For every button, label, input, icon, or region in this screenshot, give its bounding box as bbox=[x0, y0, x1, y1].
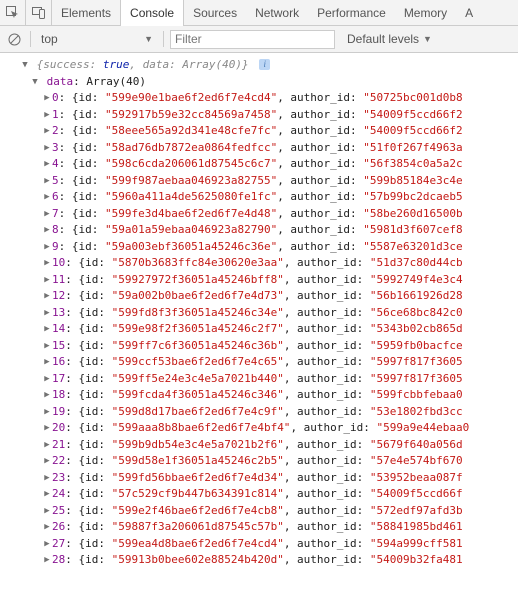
array-item[interactable]: 26: {id: "59887f3a206061d87545c57b", aut… bbox=[2, 519, 518, 536]
tab-performance[interactable]: Performance bbox=[308, 0, 395, 26]
array-item[interactable]: 18: {id: "599fcda4f36051a45246c346", aut… bbox=[2, 387, 518, 404]
array-item[interactable]: 17: {id: "599ff5e24e3c4e5a7021b440", aut… bbox=[2, 371, 518, 388]
property-data[interactable]: data: Array(40) bbox=[2, 74, 518, 91]
disclosure-triangle-icon[interactable] bbox=[42, 471, 52, 487]
disclosure-triangle-icon[interactable] bbox=[42, 124, 52, 140]
console-output: {success: true, data: Array(40)} i data:… bbox=[0, 53, 518, 569]
tab-memory[interactable]: Memory bbox=[395, 0, 456, 26]
disclosure-triangle-icon[interactable] bbox=[42, 355, 52, 371]
disclosure-triangle-icon[interactable] bbox=[42, 240, 52, 256]
filter-input[interactable] bbox=[170, 30, 335, 49]
chevron-down-icon: ▼ bbox=[144, 34, 153, 44]
disclosure-triangle-icon[interactable] bbox=[42, 174, 52, 190]
tab-console[interactable]: Console bbox=[120, 0, 184, 26]
levels-label: Default levels bbox=[347, 32, 419, 46]
array-item[interactable]: 3: {id: "58ad76db7872ea0864fedfcc", auth… bbox=[2, 140, 518, 157]
array-item[interactable]: 7: {id: "599fe3d4bae6f2ed6f7e4d48", auth… bbox=[2, 206, 518, 223]
disclosure-triangle-icon[interactable] bbox=[42, 207, 52, 223]
tab-sources[interactable]: Sources bbox=[184, 0, 246, 26]
context-label: top bbox=[41, 32, 58, 46]
disclosure-triangle-icon[interactable] bbox=[42, 504, 52, 520]
disclosure-triangle-icon[interactable] bbox=[42, 190, 52, 206]
disclosure-triangle-icon[interactable] bbox=[42, 289, 52, 305]
tab-elements[interactable]: Elements bbox=[52, 0, 120, 26]
array-item[interactable]: 21: {id: "599b9db54e3c4e5a7021b2f6", aut… bbox=[2, 437, 518, 454]
array-item[interactable]: 14: {id: "599e98f2f36051a45246c2f7", aut… bbox=[2, 321, 518, 338]
array-item[interactable]: 6: {id: "5960a411a4de5625080fe1fc", auth… bbox=[2, 189, 518, 206]
array-item[interactable]: 23: {id: "599fd56bbae6f2ed6f7e4d34", aut… bbox=[2, 470, 518, 487]
disclosure-triangle-icon[interactable] bbox=[42, 388, 52, 404]
log-levels-selector[interactable]: Default levels ▼ bbox=[341, 32, 432, 46]
array-item[interactable]: 11: {id: "59927972f36051a45246bff8", aut… bbox=[2, 272, 518, 289]
object-preview-root[interactable]: {success: true, data: Array(40)} i bbox=[2, 57, 518, 74]
array-item[interactable]: 8: {id: "59a01a59ebaa046923a82790", auth… bbox=[2, 222, 518, 239]
array-item[interactable]: 20: {id: "599aaa8b8bae6f2ed6f7e4bf4", au… bbox=[2, 420, 518, 437]
disclosure-triangle-icon[interactable] bbox=[42, 223, 52, 239]
array-item[interactable]: 15: {id: "599ff7c6f36051a45246c36b", aut… bbox=[2, 338, 518, 355]
array-item[interactable]: 2: {id: "58eee565a92d341e48cfe7fc", auth… bbox=[2, 123, 518, 140]
disclosure-triangle-icon[interactable] bbox=[42, 454, 52, 470]
disclosure-triangle-icon[interactable] bbox=[20, 58, 30, 74]
console-filter-bar: top ▼ Default levels ▼ bbox=[0, 26, 518, 53]
array-item[interactable]: 28: {id: "59913b0bee602e88524b420d", aut… bbox=[2, 552, 518, 569]
array-item[interactable]: 9: {id: "59a003ebf36051a45246c36e", auth… bbox=[2, 239, 518, 256]
info-icon[interactable]: i bbox=[259, 59, 270, 70]
disclosure-triangle-icon[interactable] bbox=[30, 75, 40, 91]
array-item[interactable]: 12: {id: "59a002b0bae6f2ed6f7e4d73", aut… bbox=[2, 288, 518, 305]
array-item[interactable]: 16: {id: "599ccf53bae6f2ed6f7e4c65", aut… bbox=[2, 354, 518, 371]
array-item[interactable]: 5: {id: "599f987aebaa046923a82755", auth… bbox=[2, 173, 518, 190]
disclosure-triangle-icon[interactable] bbox=[42, 157, 52, 173]
disclosure-triangle-icon[interactable] bbox=[42, 405, 52, 421]
tab-overflow[interactable]: A bbox=[456, 0, 482, 26]
context-selector[interactable]: top ▼ bbox=[37, 32, 157, 46]
array-item[interactable]: 13: {id: "599fd8f3f36051a45246c34e", aut… bbox=[2, 305, 518, 322]
disclosure-triangle-icon[interactable] bbox=[42, 438, 52, 454]
separator bbox=[163, 31, 164, 47]
disclosure-triangle-icon[interactable] bbox=[42, 256, 52, 272]
array-item[interactable]: 22: {id: "599d58e1f36051a45246c2b5", aut… bbox=[2, 453, 518, 470]
devtools-tab-bar: Elements Console Sources Network Perform… bbox=[0, 0, 518, 26]
array-item[interactable]: 10: {id: "5870b3683ffc84e30620e3aa", aut… bbox=[2, 255, 518, 272]
disclosure-triangle-icon[interactable] bbox=[42, 537, 52, 553]
disclosure-triangle-icon[interactable] bbox=[42, 553, 52, 569]
array-item[interactable]: 0: {id: "599e90e1bae6f2ed6f7e4cd4", auth… bbox=[2, 90, 518, 107]
disclosure-triangle-icon[interactable] bbox=[42, 306, 52, 322]
disclosure-triangle-icon[interactable] bbox=[42, 108, 52, 124]
disclosure-triangle-icon[interactable] bbox=[42, 322, 52, 338]
disclosure-triangle-icon[interactable] bbox=[42, 273, 52, 289]
disclosure-triangle-icon[interactable] bbox=[42, 520, 52, 536]
separator bbox=[30, 31, 31, 47]
disclosure-triangle-icon[interactable] bbox=[42, 487, 52, 503]
chevron-down-icon: ▼ bbox=[423, 34, 432, 44]
tab-network[interactable]: Network bbox=[246, 0, 308, 26]
array-item[interactable]: 24: {id: "57c529cf9b447b634391c814", aut… bbox=[2, 486, 518, 503]
inspect-element-icon[interactable] bbox=[0, 0, 26, 26]
disclosure-triangle-icon[interactable] bbox=[42, 339, 52, 355]
clear-console-icon[interactable] bbox=[4, 29, 24, 49]
disclosure-triangle-icon[interactable] bbox=[42, 141, 52, 157]
disclosure-triangle-icon[interactable] bbox=[42, 91, 52, 107]
disclosure-triangle-icon[interactable] bbox=[42, 372, 52, 388]
toggle-device-icon[interactable] bbox=[26, 0, 52, 26]
disclosure-triangle-icon[interactable] bbox=[42, 421, 52, 437]
array-item[interactable]: 19: {id: "599d8d17bae6f2ed6f7e4c9f", aut… bbox=[2, 404, 518, 421]
array-item[interactable]: 27: {id: "599ea4d8bae6f2ed6f7e4cd4", aut… bbox=[2, 536, 518, 553]
array-item[interactable]: 25: {id: "599e2f46bae6f2ed6f7e4cb8", aut… bbox=[2, 503, 518, 520]
array-item[interactable]: 4: {id: "598c6cda206061d87545c6c7", auth… bbox=[2, 156, 518, 173]
array-item[interactable]: 1: {id: "592917b59e32cc84569a7458", auth… bbox=[2, 107, 518, 124]
